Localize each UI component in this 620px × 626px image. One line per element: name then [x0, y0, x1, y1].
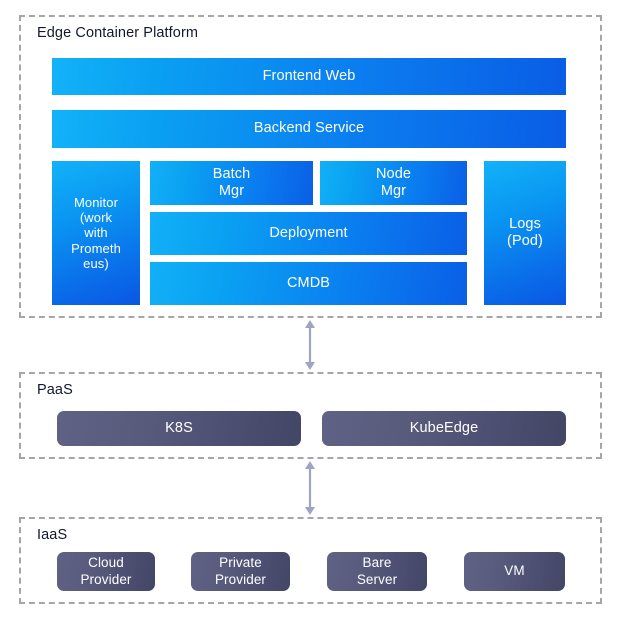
box-bare-server[interactable]: Bare Server: [327, 552, 427, 591]
box-cloud-provider[interactable]: Cloud Provider: [57, 552, 155, 591]
box-batch-mgr-label-line1: Batch: [212, 165, 251, 182]
box-monitor[interactable]: Monitor (work with Prometh eus): [52, 161, 140, 305]
box-node-mgr-label: Node Mgr: [376, 166, 411, 200]
box-cloud-provider-label-line2: Provider: [80, 571, 132, 587]
box-frontend-web[interactable]: Frontend Web: [52, 58, 566, 95]
layer-title-iaas: IaaS: [37, 527, 68, 543]
box-logs-pod-label: Logs (Pod): [507, 216, 543, 250]
box-monitor-label: Monitor (work with Prometh eus): [71, 195, 121, 272]
box-backend-service[interactable]: Backend Service: [52, 110, 566, 148]
box-logs-pod-label-line2: (Pod): [507, 233, 543, 249]
box-batch-mgr-label-line2: Mgr: [218, 183, 245, 199]
box-node-mgr-label-line2: Mgr: [380, 183, 407, 199]
box-k8s[interactable]: K8S: [57, 411, 301, 446]
box-kubeedge[interactable]: KubeEdge: [322, 411, 566, 446]
box-monitor-label-line3: with: [84, 225, 108, 241]
box-private-provider-label-line2: Provider: [214, 571, 267, 587]
box-deployment[interactable]: Deployment: [150, 212, 467, 255]
layer-title-edge-container-platform: Edge Container Platform: [37, 25, 199, 41]
box-bare-server-label-line1: Bare: [362, 555, 392, 571]
box-batch-mgr-label: Batch Mgr: [213, 166, 251, 200]
box-kubeedge-label: KubeEdge: [409, 419, 479, 436]
box-vm-label: VM: [504, 563, 525, 579]
box-deployment-label: Deployment: [269, 224, 348, 241]
box-logs-pod[interactable]: Logs (Pod): [484, 161, 566, 305]
box-monitor-label-line1: Monitor: [73, 194, 119, 210]
box-cloud-provider-label-line1: Cloud: [88, 555, 124, 571]
box-monitor-label-line5: eus): [83, 255, 109, 271]
box-node-mgr-label-line1: Node: [375, 165, 412, 182]
architecture-diagram: Edge Container Platform Frontend Web Bac…: [0, 0, 620, 626]
box-cmdb[interactable]: CMDB: [150, 262, 467, 305]
box-monitor-label-line4: Prometh: [71, 240, 121, 256]
box-monitor-label-line2: (work: [79, 210, 113, 225]
box-node-mgr[interactable]: Node Mgr: [320, 161, 467, 205]
box-private-provider[interactable]: Private Provider: [191, 552, 290, 591]
box-frontend-web-label: Frontend Web: [262, 67, 356, 84]
box-backend-service-label: Backend Service: [253, 120, 365, 137]
layer-title-paas: PaaS: [37, 382, 73, 398]
box-cmdb-label: CMDB: [286, 274, 331, 291]
box-k8s-label: K8S: [165, 419, 193, 436]
box-cloud-provider-label: Cloud Provider: [80, 555, 131, 587]
box-bare-server-label: Bare Server: [357, 555, 397, 587]
double-arrow-vertical-icon-paas-iaas: [305, 461, 315, 515]
box-batch-mgr[interactable]: Batch Mgr: [150, 161, 313, 205]
box-logs-pod-label-line1: Logs: [509, 215, 541, 232]
box-private-provider-label-line1: Private: [219, 555, 262, 571]
box-bare-server-label-line2: Server: [356, 571, 398, 587]
box-private-provider-label: Private Provider: [215, 555, 266, 587]
box-vm[interactable]: VM: [464, 552, 565, 591]
double-arrow-vertical-icon-platform-paas: [305, 320, 315, 370]
